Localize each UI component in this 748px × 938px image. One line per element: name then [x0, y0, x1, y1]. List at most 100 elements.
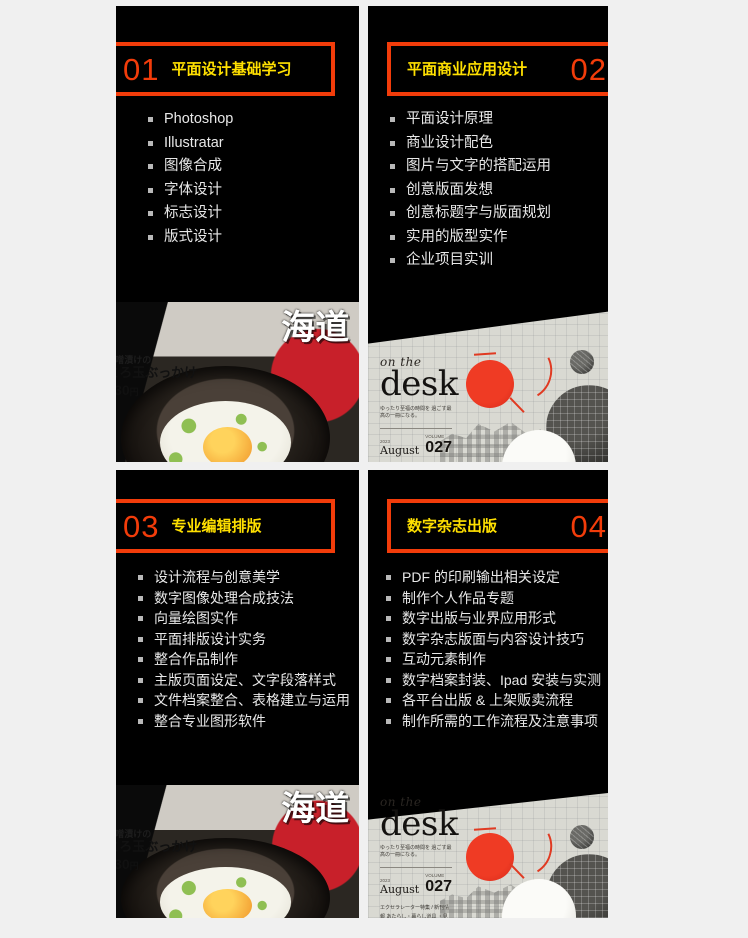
module-01-title: 平面设计基础学习 [171, 60, 292, 78]
module-02-artwork: on the desk ゆったり至福の時間を 過ごす最高の一冊になる。 2023… [368, 302, 608, 462]
topic-label: Illustratar [164, 134, 224, 151]
bullet-square-icon [138, 657, 143, 662]
module-card-04-inner: on the desk ゆったり至福の時間を 過ごす最高の一冊になる。 2023… [368, 470, 608, 918]
bullet-square-icon [148, 140, 153, 146]
topic-label: 图像合成 [164, 158, 222, 174]
list-item: 图片与文字的搭配运用 [390, 159, 551, 174]
module-card-03: 味噌漬けの とろ玉ぶっかけ 530円 海道 03 专业编辑排版 设计流程与创意美… [116, 470, 359, 918]
bullet-square-icon [148, 234, 153, 240]
module-card-01: 味噌漬けの とろ玉ぶっかけ 530円 海道 01 平面设计基础学习 Photos… [116, 6, 359, 462]
magazine-moon-shape [569, 824, 594, 849]
module-03-title: 专业编辑排版 [171, 517, 262, 535]
magazine-issue-date: 2023 August [380, 438, 419, 456]
magazine-moon-shape [569, 350, 594, 374]
list-item: 平面排版设计实务 [138, 632, 350, 646]
magazine-volume-number: 027 [425, 438, 452, 456]
topic-label: 制作个人作品专题 [402, 589, 514, 606]
magazine-issue-date: 2023 August [380, 877, 419, 895]
ramen-poster-image: 味噌漬けの とろ玉ぶっかけ 530円 海道 [116, 785, 359, 918]
ramen-price: 530円 [116, 856, 262, 872]
list-item: 标志设计 [148, 206, 233, 221]
module-04-number: 04 [570, 508, 607, 544]
topic-label: 数字图像处理合成技法 [154, 589, 294, 606]
bullet-square-icon [390, 234, 395, 240]
bullet-square-icon [138, 718, 143, 724]
magazine-masthead: on the desk ゆったり至福の時間を 過ごす最高の一冊になる。 2023… [380, 356, 458, 462]
topic-label: 各平台出版 & 上架贩卖流程 [402, 692, 574, 708]
module-card-01-inner: 味噌漬けの とろ玉ぶっかけ 530円 海道 01 平面设计基础学习 Photos… [116, 6, 359, 462]
magazine-issue-volume: VOLUME 027 [425, 433, 452, 456]
topic-label: 创意标题字与版面规划 [406, 205, 551, 221]
magazine-volume-number: 027 [425, 878, 452, 896]
list-item: Illustratar [148, 134, 233, 151]
list-item: 整合专业图形软件 [138, 714, 350, 728]
bullet-square-icon [386, 718, 391, 724]
bullet-square-icon [138, 677, 143, 683]
module-01-header-box: 01 平面设计基础学习 [116, 42, 335, 96]
topic-label: 商业设计配色 [406, 134, 493, 151]
list-item: 数字出版与业界应用形式 [386, 611, 601, 625]
magazine-divider [380, 427, 452, 429]
topic-label: 数字杂志版面与内容设计技巧 [402, 630, 584, 647]
topic-label: 向量绘图实作 [154, 610, 238, 626]
topic-label: 互动元素制作 [402, 651, 486, 667]
list-item: 数字杂志版面与内容设计技巧 [386, 632, 601, 646]
bullet-square-icon [386, 595, 391, 601]
module-03-topic-list: 设计流程与创意美学 数字图像处理合成技法 向量绘图实作 平面排版设计实务 整合作… [138, 570, 350, 734]
bullet-square-icon [138, 698, 143, 703]
bullet-square-icon [138, 595, 143, 601]
bullet-square-icon [390, 187, 395, 193]
list-item: 创意标题字与版面规划 [390, 206, 551, 221]
ramen-price-unit: 円 [129, 861, 139, 872]
list-item: PDF 的印刷输出相关设定 [386, 570, 601, 584]
bullet-square-icon [386, 657, 391, 662]
list-item: 主版页面设定、文字段落样式 [138, 673, 350, 687]
ramen-poster-image: 味噌漬けの とろ玉ぶっかけ 530円 海道 [116, 302, 359, 462]
bullet-square-icon [148, 187, 153, 193]
ramen-price-unit: 円 [129, 387, 139, 398]
bullet-square-icon [138, 636, 143, 642]
topic-label: 设计流程与创意美学 [154, 569, 280, 585]
magazine-masthead: on the desk ゆったり至福の時間を 過ごす最高の一冊になる。 2023… [380, 796, 458, 918]
bullet-square-icon [386, 575, 391, 580]
module-04-header-box: 数字杂志出版 04 [387, 499, 608, 553]
topic-label: 创意版面发想 [406, 181, 493, 198]
ramen-egg-yolk-shape [203, 888, 253, 918]
topic-label: 图片与文字的搭配运用 [406, 158, 551, 174]
topic-label: 整合专业图形软件 [154, 712, 266, 729]
topic-label: 主版页面设定、文字段落样式 [154, 671, 336, 688]
list-item: 图像合成 [148, 159, 233, 174]
course-module-grid: 味噌漬けの とろ玉ぶっかけ 530円 海道 01 平面设计基础学习 Photos… [0, 0, 748, 938]
list-item: 制作所需的工作流程及注意事项 [386, 714, 601, 728]
module-02-number: 02 [570, 51, 607, 87]
topic-label: 数字档案封装、Ipad 安装与实测 [402, 671, 602, 688]
list-item: 字体设计 [148, 182, 233, 198]
magazine-issue-row: 2023 August VOLUME 027 [380, 872, 452, 895]
magazine-issue-row: 2023 August VOLUME 027 [380, 433, 452, 456]
ramen-price-value: 530 [116, 382, 130, 399]
list-item: 数字档案封装、Ipad 安装与实测 [386, 673, 601, 687]
bullet-square-icon [386, 698, 391, 703]
module-01-artwork: 味噌漬けの とろ玉ぶっかけ 530円 海道 [116, 302, 359, 462]
magazine-blurb: ゆったり至福の時間を 過ごす最高の一冊になる。 [380, 405, 452, 420]
topic-label: 数字出版与业界应用形式 [402, 610, 556, 626]
topic-label: 平面排版设计实务 [154, 630, 266, 647]
magazine-issue-volume: VOLUME 027 [425, 872, 452, 895]
bullet-square-icon [386, 616, 391, 621]
module-03-number: 03 [123, 508, 160, 544]
module-card-02-inner: on the desk ゆったり至福の時間を 過ごす最高の一冊になる。 2023… [368, 6, 608, 462]
magazine-credits: エクセラレーター特集 / 新刊情報 あたらし・暮らし道具 ・見える学 [380, 905, 450, 918]
list-item: 创意版面发想 [390, 181, 551, 198]
ramen-egg-yolk-shape [203, 426, 253, 462]
ramen-kanji: 海道 [281, 788, 350, 829]
magazine-cover-image: on the desk ゆったり至福の時間を 過ごす最高の一冊になる。 2023… [368, 785, 608, 918]
bullet-square-icon [138, 616, 143, 621]
topic-label: 实用的版型实作 [406, 228, 508, 245]
bullet-square-icon [138, 575, 143, 580]
module-02-title: 平面商业应用设计 [407, 60, 528, 78]
list-item: Photoshop [148, 112, 233, 127]
topic-label: 标志设计 [164, 205, 222, 221]
ramen-price: 530円 [116, 382, 262, 398]
module-card-02: on the desk ゆったり至福の時間を 過ごす最高の一冊になる。 2023… [368, 6, 608, 462]
bullet-square-icon [390, 211, 395, 216]
